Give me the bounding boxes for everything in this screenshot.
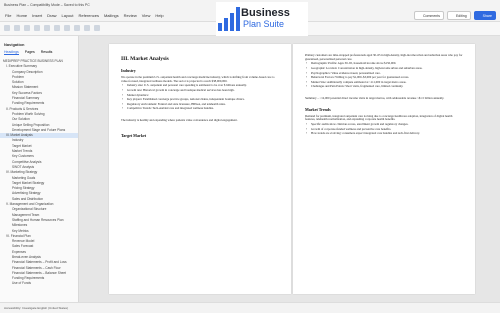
document-canvas[interactable]: III. Market Analysis Industry We operate… (79, 36, 500, 302)
status-bar: Accessibility: Investigate English (Unit… (0, 302, 500, 313)
menu-home[interactable]: Home (16, 13, 27, 18)
editing-label: Editing (455, 13, 467, 18)
share-button[interactable]: Share (473, 11, 496, 20)
target-summary: Summary – ~12,000 potential direct incom… (305, 95, 445, 100)
bullets-icon[interactable] (84, 25, 90, 31)
bullet-item: How trends are evolving: consumers expec… (306, 132, 463, 136)
styles-icon[interactable] (94, 25, 100, 31)
nav-tab-headings[interactable]: Headings (4, 50, 19, 55)
menu-file[interactable]: File (5, 13, 11, 18)
comments-label: Comments (423, 13, 440, 18)
menu-draw[interactable]: Draw (47, 13, 56, 18)
target-market-heading: Target Market (121, 132, 147, 138)
share-label: Share (482, 13, 492, 18)
navigation-tabs: Headings Pages Results (4, 50, 78, 55)
page-left: III. Market Analysis Industry We operate… (109, 44, 291, 294)
redo-icon[interactable] (14, 25, 20, 31)
brand-logo: Business Plan Suite (216, 2, 308, 36)
brand-name: Business (241, 7, 290, 19)
nav-item[interactable]: Financial Statements – Profit and Loss (0, 260, 78, 265)
menu-view[interactable]: View (142, 13, 151, 18)
nav-item[interactable]: Use of Funds (0, 281, 78, 286)
industry-intro: We operate in the premium U.S. outpatien… (121, 75, 275, 83)
nav-tab-results[interactable]: Results (41, 50, 53, 55)
nav-tab-pages[interactable]: Pages (25, 50, 35, 55)
align-icon[interactable] (74, 25, 80, 31)
bullet-item: Challenges and Pain Points: Short visits… (306, 85, 463, 89)
status-text: Accessibility: Investigate English (Unit… (4, 306, 69, 310)
target-intro: Primary customers are time-strapped prof… (305, 53, 463, 61)
trends-intro: Demand for premium, integrated outpatien… (305, 113, 453, 122)
bullet-item: Growth rate: Historical growth in concie… (122, 88, 279, 93)
market-trends-heading: Market Trends (305, 106, 331, 112)
menu-mailings[interactable]: Mailings (104, 13, 119, 18)
bullet-item: Competitive Trends: Tech-enabled care an… (122, 107, 279, 111)
window-title: Business Plan – Compatibility Mode – Sav… (4, 2, 90, 7)
menu-review[interactable]: Review (124, 13, 137, 18)
editing-button[interactable]: Editing (446, 11, 471, 20)
bold-icon[interactable] (44, 25, 50, 31)
navigation-heading: Navigation (4, 42, 25, 47)
menu-insert[interactable]: Insert (32, 13, 42, 18)
menu-references[interactable]: References (79, 13, 99, 18)
underline-icon[interactable] (64, 25, 70, 31)
undo-icon[interactable] (4, 25, 10, 31)
menu-layout[interactable]: Layout (61, 13, 73, 18)
font-icon[interactable] (34, 25, 40, 31)
industry-heading: Industry (121, 68, 136, 73)
page-right: Primary customers are time-strapped prof… (293, 44, 475, 294)
comments-button[interactable]: Comments (414, 11, 444, 20)
italic-icon[interactable] (54, 25, 60, 31)
navigation-pane: Navigation Headings Pages Results MEDIPREP… (0, 36, 79, 302)
section-title: III. Market Analysis (121, 56, 169, 62)
clipboard-icon[interactable] (24, 25, 30, 31)
industry-closing: The industry is healthy and expanding wh… (121, 117, 238, 122)
brand-subtitle: Plan Suite (243, 19, 285, 29)
bar-chart-icon (218, 7, 240, 31)
menu-help[interactable]: Help (155, 13, 163, 18)
heading-list: MEDIPREP PRACTICE BUSINESS PLAN I. Execut… (0, 59, 78, 287)
